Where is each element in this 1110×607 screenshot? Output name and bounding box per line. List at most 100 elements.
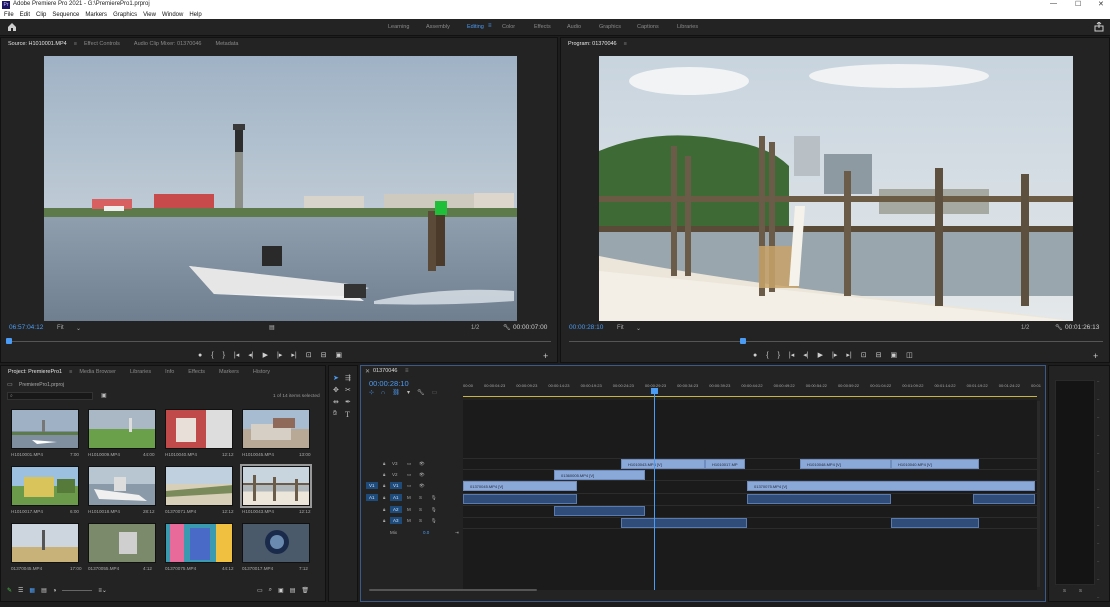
ws-libraries[interactable]: Libraries: [677, 24, 698, 30]
meter-solo-left[interactable]: S: [1063, 588, 1066, 593]
source-fit-select[interactable]: Fit: [57, 325, 64, 331]
source-wrench-icon[interactable]: 🔧︎: [503, 324, 511, 331]
mark-out-icon[interactable]: }: [223, 352, 225, 359]
step-back-icon[interactable]: ◂|: [248, 351, 253, 359]
program-fit-chevron-icon[interactable]: ⌄: [636, 325, 641, 332]
clip-h1010040-v[interactable]: H1010040.MP4 [V]: [891, 459, 979, 469]
eye-icon[interactable]: 👁︎: [419, 472, 425, 478]
new-bin-icon[interactable]: ▣: [101, 392, 107, 399]
lock-icon[interactable]: 🔒︎: [383, 495, 385, 500]
program-step-forward-icon[interactable]: |▸: [832, 351, 837, 359]
track-select-icon[interactable]: ⇶: [345, 374, 351, 382]
write-enable-icon[interactable]: ✎: [7, 587, 12, 594]
program-playhead[interactable]: [740, 338, 746, 344]
play-icon[interactable]: ▶: [263, 351, 268, 359]
timeline-h-scrollbar[interactable]: [369, 589, 537, 591]
timeline-timecode[interactable]: 00:00:28:10: [369, 379, 409, 388]
timeline-playhead-handle[interactable]: [651, 388, 658, 394]
source-patch-a1[interactable]: A1: [366, 494, 378, 501]
source-playhead[interactable]: [6, 338, 12, 344]
clip-h1010043-v[interactable]: H1010043.MP4 [V]: [621, 459, 705, 469]
menu-sequence[interactable]: Sequence: [52, 12, 79, 18]
source-add-button[interactable]: +: [543, 351, 548, 361]
tab-info[interactable]: Info: [158, 369, 181, 375]
sync-icon[interactable]: ▭: [407, 472, 411, 478]
solo-s-button[interactable]: S: [419, 507, 422, 512]
clip-h1010017-v[interactable]: H1010017.MP: [705, 459, 745, 469]
thumb-h1010018[interactable]: [88, 466, 156, 506]
track-label-v1[interactable]: V1: [390, 482, 402, 489]
list-view-icon[interactable]: ☰: [18, 587, 23, 594]
lock-icon[interactable]: 🔒︎: [383, 472, 385, 477]
audio-clip-a2-1[interactable]: [554, 506, 645, 516]
menu-clip[interactable]: Clip: [36, 12, 46, 18]
eye-icon[interactable]: 👁︎: [419, 483, 425, 489]
close-icon[interactable]: ✕: [1098, 0, 1104, 8]
timeline-ruler[interactable]: 00:00 00:00:04:23 00:00:09:23 00:00:14:2…: [463, 380, 1041, 398]
slip-icon[interactable]: ⇹: [333, 398, 339, 406]
program-play-icon[interactable]: ▶: [818, 351, 823, 359]
ws-learning[interactable]: Learning: [388, 24, 409, 30]
work-area-bar[interactable]: [463, 396, 1037, 397]
compare-icon[interactable]: ◫: [906, 351, 913, 359]
audio-clip-a1-2[interactable]: [747, 494, 891, 504]
insert-icon[interactable]: ⊡: [306, 351, 312, 359]
ws-editing[interactable]: Editing: [467, 24, 484, 30]
program-step-back-icon[interactable]: ◂|: [803, 351, 808, 359]
meter-solo-right[interactable]: S: [1079, 588, 1082, 593]
icon-view-icon[interactable]: ▦: [29, 587, 35, 594]
source-ratio-select[interactable]: 1/2: [471, 325, 479, 331]
thumb-01370075[interactable]: [165, 523, 233, 563]
maximize-icon[interactable]: ☐: [1075, 0, 1081, 8]
menu-view[interactable]: View: [143, 12, 156, 18]
share-icon[interactable]: [1094, 21, 1104, 32]
source-timecode[interactable]: 06:57:04:12: [9, 324, 43, 331]
find-icon[interactable]: ⌕: [269, 587, 272, 594]
new-bin-footer-icon[interactable]: ▣: [278, 587, 284, 594]
timeline-wrench-icon[interactable]: 🔧︎: [417, 389, 425, 396]
program-mark-in-icon[interactable]: {: [766, 352, 768, 359]
source-patch-v1[interactable]: V1: [366, 482, 378, 489]
solo-s-button[interactable]: S: [419, 518, 422, 523]
clip-01370075-v[interactable]: 01370075.MP4 [V]: [747, 481, 1035, 491]
minimize-icon[interactable]: —: [1050, 0, 1057, 7]
timeline-v-scrollbar[interactable]: [1037, 401, 1040, 587]
program-video-frame[interactable]: [599, 56, 1073, 321]
tab-history[interactable]: History: [246, 369, 277, 375]
thumb-h1010043[interactable]: [240, 464, 312, 508]
menu-edit[interactable]: Edit: [20, 12, 30, 18]
lock-icon[interactable]: 🔒︎: [383, 483, 385, 488]
tab-markers[interactable]: Markers: [212, 369, 246, 375]
ws-graphics[interactable]: Graphics: [599, 24, 621, 30]
linked-selection-icon[interactable]: ⛓︎: [392, 389, 400, 396]
ws-color[interactable]: Color: [502, 24, 515, 30]
thumb-01370045[interactable]: [11, 523, 79, 563]
source-scrub-bar[interactable]: [9, 341, 551, 342]
tab-source[interactable]: Source: H1010001.MP4: [1, 41, 74, 47]
marker-icon[interactable]: ●: [198, 352, 202, 359]
sync-icon[interactable]: ▭: [407, 461, 411, 467]
ws-assembly[interactable]: Assembly: [426, 24, 450, 30]
thumb-h1010045[interactable]: [242, 409, 310, 449]
program-marker-icon[interactable]: ●: [753, 352, 757, 359]
solo-s-button[interactable]: S: [419, 495, 422, 500]
mic-icon[interactable]: 🎙︎: [431, 518, 437, 524]
timeline-close-icon[interactable]: ✕: [365, 368, 370, 375]
program-ratio-select[interactable]: 1/2: [1021, 325, 1029, 331]
program-export-frame-icon[interactable]: ▣: [890, 351, 897, 359]
tab-effect-controls[interactable]: Effect Controls: [77, 41, 127, 47]
program-fit-select[interactable]: Fit: [617, 325, 624, 331]
insert-sequence-icon[interactable]: ⊹: [369, 389, 374, 396]
new-item-icon[interactable]: ▤: [290, 587, 296, 594]
thumb-h1010017[interactable]: [11, 466, 79, 506]
go-to-in-icon[interactable]: |◂: [234, 351, 239, 359]
ws-effects[interactable]: Effects: [534, 24, 551, 30]
timeline-menu-icon[interactable]: ≡: [405, 368, 409, 374]
program-go-to-out-icon[interactable]: ▸|: [846, 351, 851, 359]
razor-icon[interactable]: ✂: [345, 386, 351, 394]
project-search-input[interactable]: ⌕: [7, 392, 93, 400]
clip-01370045-v[interactable]: 01370045.MP4 [V]: [463, 481, 577, 491]
extract-icon[interactable]: ⊟: [876, 351, 882, 359]
ws-captions[interactable]: Captions: [637, 24, 659, 30]
program-add-button[interactable]: +: [1093, 351, 1098, 361]
